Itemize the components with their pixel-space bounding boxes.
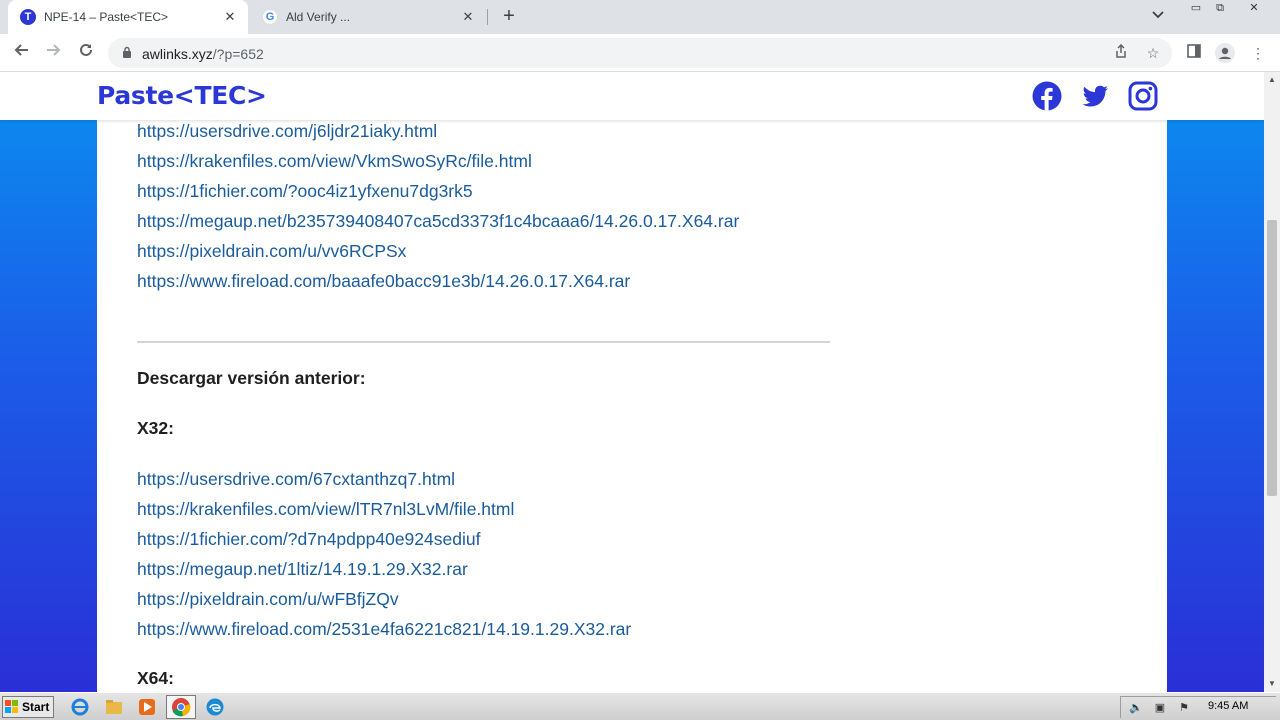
file-explorer-icon[interactable] xyxy=(104,697,124,717)
x64-heading: X64: xyxy=(137,668,174,688)
windows-taskbar: Start 🔈 ▣ ⚑ 9:45 AM xyxy=(0,692,1280,720)
previous-version-heading: Descargar versión anterior: xyxy=(137,368,366,388)
forward-arrow-icon[interactable] xyxy=(42,41,66,65)
twitter-icon[interactable] xyxy=(1080,81,1110,111)
page-viewport: https://usersdrive.com/j6ljdr21iaky.html… xyxy=(0,72,1264,692)
browser-toolbar: awlinks.xyz/?p=652 ☆ ⋮ xyxy=(0,34,1280,72)
volume-icon[interactable]: 🔈 xyxy=(1129,701,1143,715)
download-link[interactable]: https://1fichier.com/?d7n4pdpp40e924sedi… xyxy=(137,524,631,554)
clock: 9:45 AM xyxy=(1208,700,1249,712)
internet-explorer-icon[interactable] xyxy=(70,697,90,717)
download-link[interactable]: https://www.fireload.com/baaafe0bacc91e3… xyxy=(137,266,1037,296)
tab-strip: T NPE-14 – Paste<TEC> ✕ G Ald Verify ...… xyxy=(0,0,1280,34)
watermark-text: ANY RUN xyxy=(1038,683,1254,692)
x32-heading: X32: xyxy=(137,418,174,438)
menu-kebab-icon[interactable]: ⋮ xyxy=(1248,43,1268,63)
profile-avatar-icon[interactable] xyxy=(1215,43,1235,63)
chrome-taskbar-button[interactable] xyxy=(166,695,196,719)
network-icon[interactable]: ▣ xyxy=(1153,701,1167,715)
minimize-button[interactable]: ▭ xyxy=(1184,0,1208,16)
download-link[interactable]: https://pixeldrain.com/u/wFBfjZQv xyxy=(137,584,631,614)
restore-button[interactable]: ⧉ xyxy=(1208,0,1232,16)
top-links-list: https://usersdrive.com/j6ljdr21iaky.html… xyxy=(137,116,1037,296)
site-logo[interactable]: Paste<TEC> xyxy=(97,81,267,110)
facebook-icon[interactable] xyxy=(1032,81,1062,111)
url-text[interactable]: awlinks.xyz/?p=652 xyxy=(142,46,264,62)
site-header: Paste<TEC> xyxy=(0,72,1264,120)
address-bar[interactable]: awlinks.xyz/?p=652 ☆ xyxy=(108,38,1172,68)
start-button[interactable]: Start xyxy=(2,696,54,718)
back-arrow-icon[interactable] xyxy=(9,41,33,65)
download-link[interactable]: https://usersdrive.com/67cxtanthzq7.html xyxy=(137,464,631,494)
download-link[interactable]: https://megaup.net/b235739408407ca5cd337… xyxy=(137,206,1037,236)
anyrun-watermark: ANY RUN xyxy=(1038,682,1254,692)
close-icon[interactable]: ✕ xyxy=(220,7,240,27)
download-link[interactable]: https://megaup.net/1ltiz/14.19.1.29.X32.… xyxy=(137,554,631,584)
url-host: awlinks.xyz xyxy=(142,46,213,62)
new-tab-button[interactable]: + xyxy=(498,5,520,27)
lock-icon[interactable] xyxy=(122,46,132,58)
share-icon[interactable] xyxy=(1112,43,1130,62)
system-tray: 🔈 ▣ ⚑ xyxy=(1120,696,1276,718)
instagram-icon[interactable] xyxy=(1128,81,1158,111)
page-scrollbar[interactable]: ▲ ▼ xyxy=(1264,72,1280,692)
google-icon: G xyxy=(262,9,278,25)
tab-separator xyxy=(487,9,488,25)
scroll-down-arrow-icon[interactable]: ▼ xyxy=(1264,676,1280,692)
side-panel-icon[interactable] xyxy=(1184,43,1204,63)
media-player-icon[interactable] xyxy=(137,697,157,717)
chrome-icon xyxy=(172,698,191,717)
tab-inactive[interactable]: G Ald Verify ... ✕ xyxy=(250,0,486,34)
download-link[interactable]: https://1fichier.com/?ooc4iz1yfxenu7dg3r… xyxy=(137,176,1037,206)
start-label: Start xyxy=(22,700,50,714)
download-link[interactable]: https://krakenfiles.com/view/lTR7nl3LvM/… xyxy=(137,494,631,524)
content-card: https://usersdrive.com/j6ljdr21iaky.html… xyxy=(97,72,1167,692)
scroll-up-arrow-icon[interactable]: ▲ xyxy=(1264,72,1280,88)
download-link[interactable]: https://krakenfiles.com/view/VkmSwoSyRc/… xyxy=(137,146,1037,176)
download-link[interactable]: https://pixeldrain.com/u/vv6RCPSx xyxy=(137,236,1037,266)
tab-search-chevron-icon[interactable] xyxy=(1152,8,1164,22)
tab-favicon: T xyxy=(20,9,36,25)
flag-icon[interactable]: ⚑ xyxy=(1177,701,1191,715)
bookmark-star-icon[interactable]: ☆ xyxy=(1144,44,1162,62)
scrollbar-thumb[interactable] xyxy=(1267,220,1277,496)
download-link[interactable]: https://usersdrive.com/j6ljdr21iaky.html xyxy=(137,116,1037,146)
edge-icon[interactable] xyxy=(205,697,225,717)
close-icon[interactable]: ✕ xyxy=(458,7,478,27)
download-link[interactable]: https://www.fireload.com/2531e4fa6221c82… xyxy=(137,614,631,644)
section-divider xyxy=(137,341,830,343)
reload-icon[interactable] xyxy=(74,41,98,65)
windows-logo-icon xyxy=(5,700,18,713)
close-window-button[interactable]: ✕ xyxy=(1242,0,1266,16)
tab-title: NPE-14 – Paste<TEC> xyxy=(44,10,169,24)
tab-active[interactable]: T NPE-14 – Paste<TEC> ✕ xyxy=(8,0,248,34)
tab-title: Ald Verify ... xyxy=(286,10,351,24)
url-path: /?p=652 xyxy=(212,46,264,62)
x32-links-list: https://usersdrive.com/67cxtanthzq7.html… xyxy=(137,464,631,644)
